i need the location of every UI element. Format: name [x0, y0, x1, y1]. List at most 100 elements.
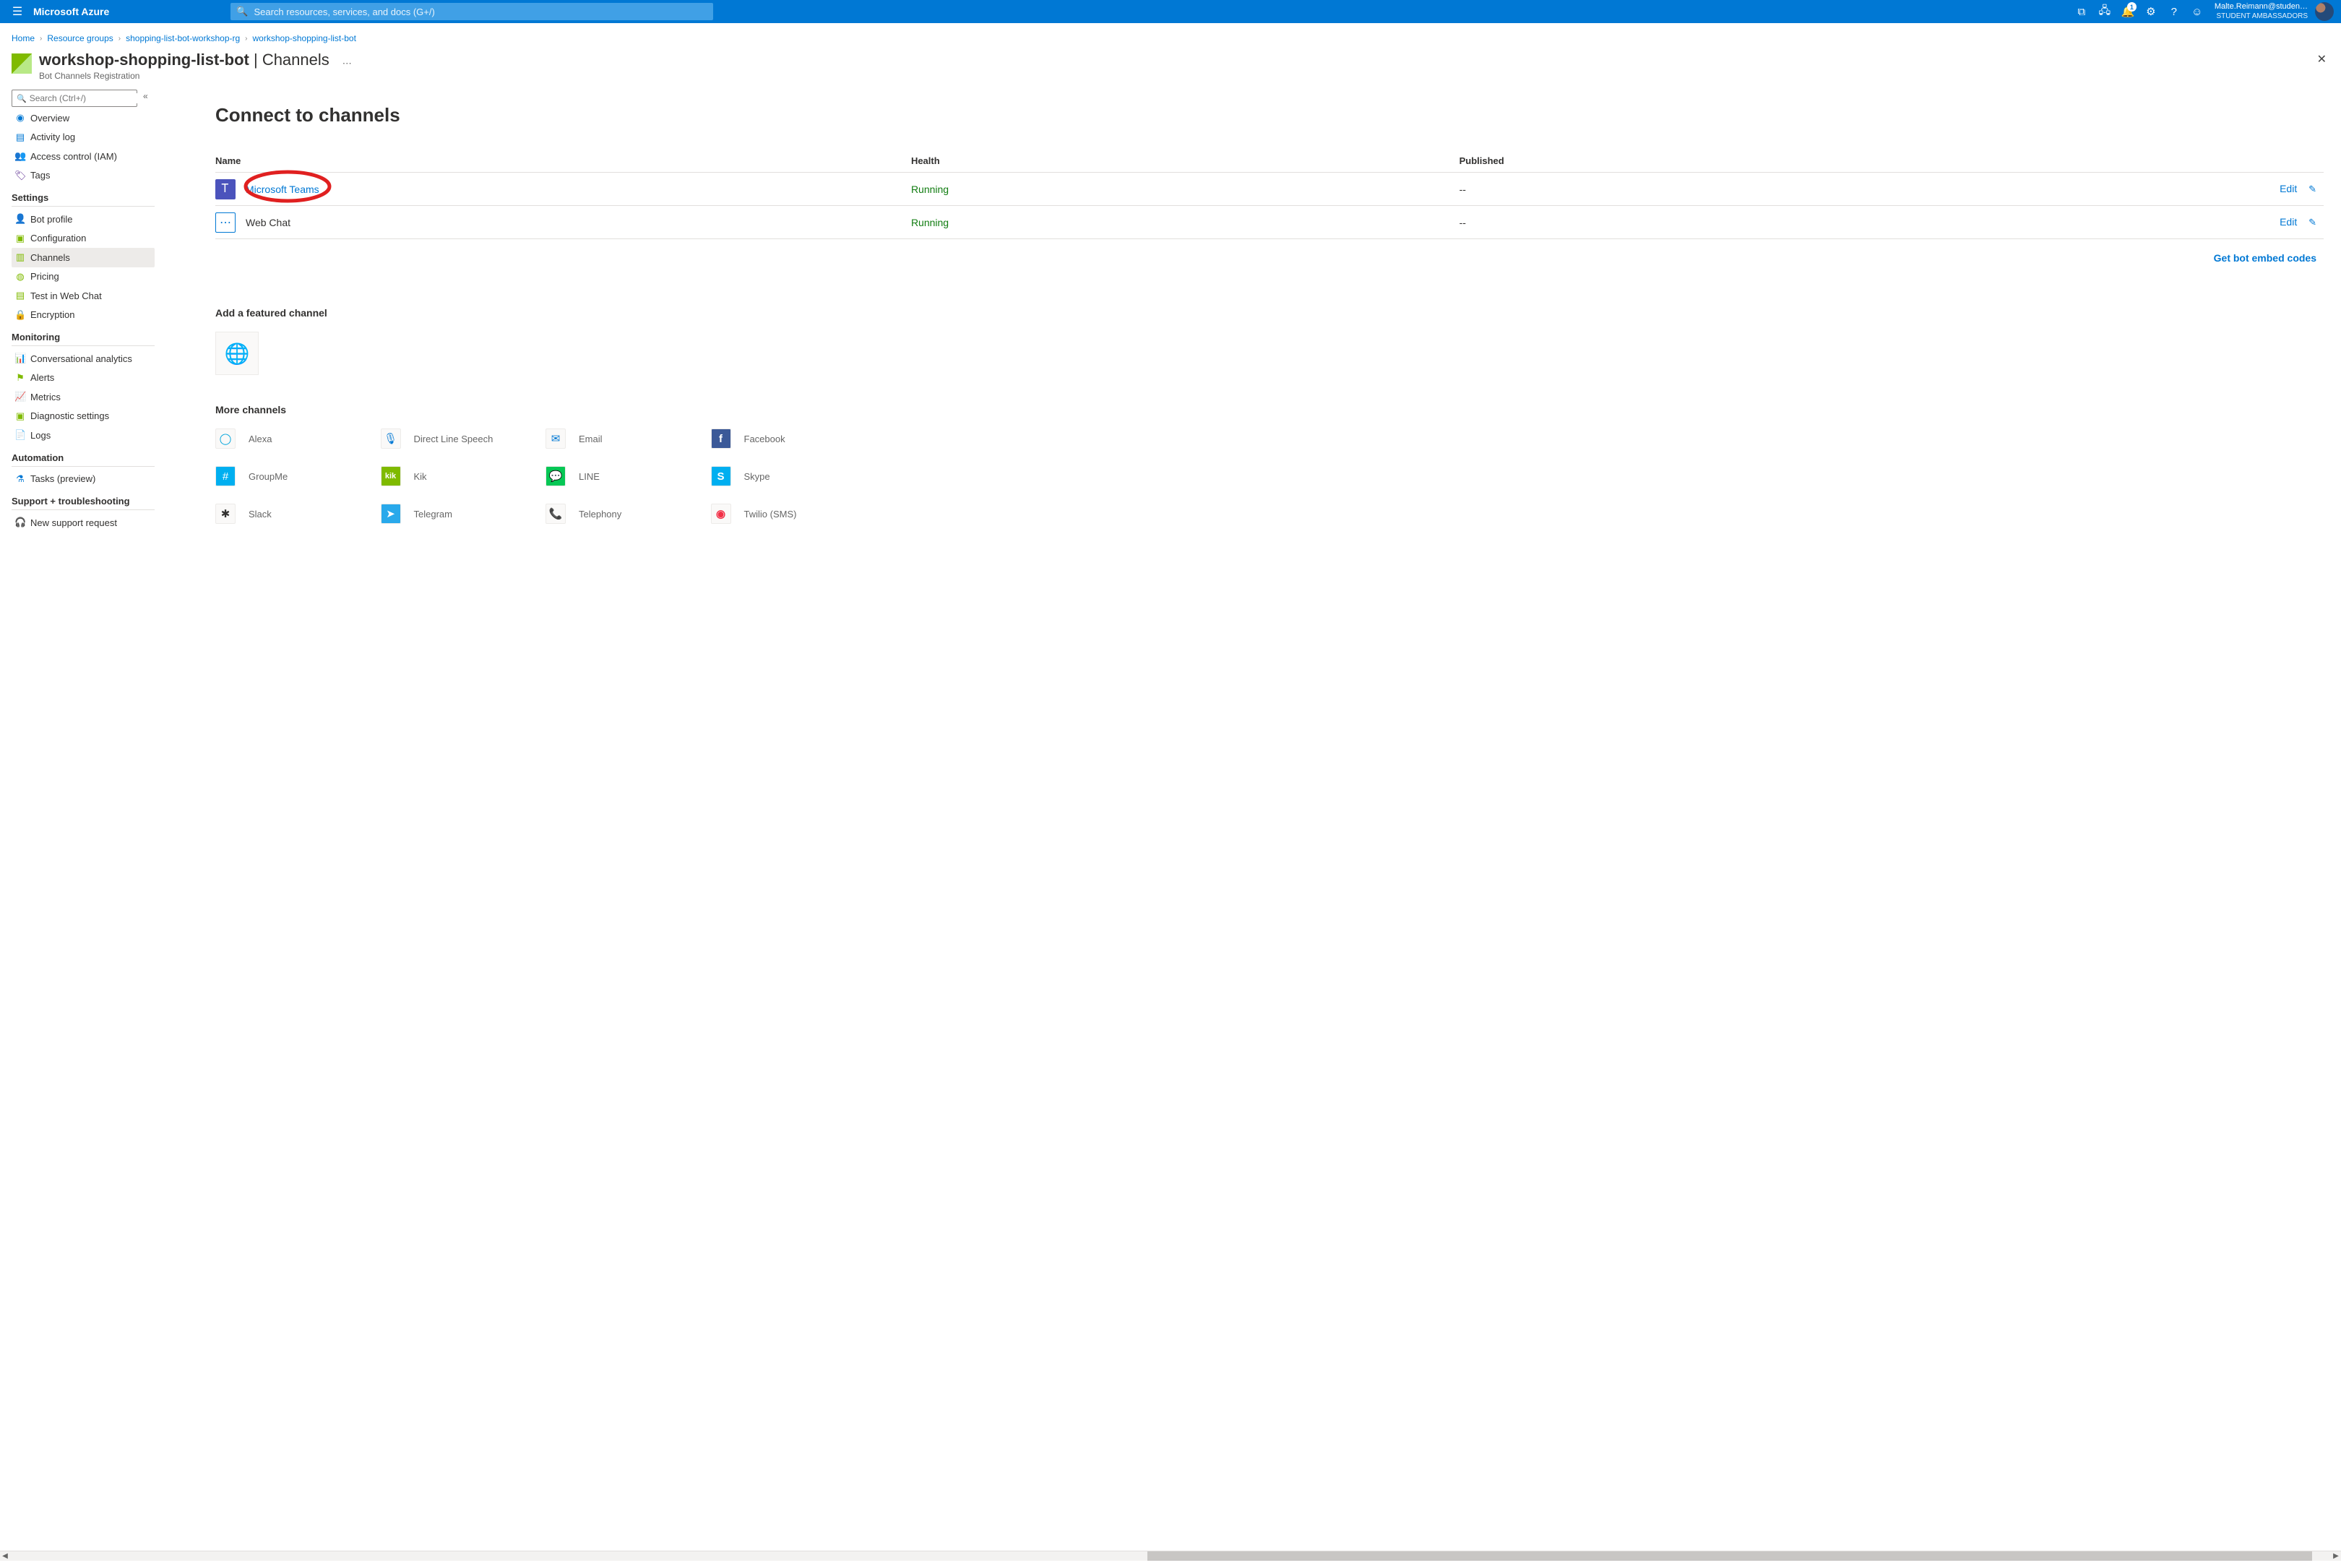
global-search[interactable]: 🔍	[230, 3, 713, 20]
add-featured-channel-tile[interactable]: 🌐	[215, 332, 259, 375]
collapse-sidebar-icon[interactable]: «	[143, 91, 156, 101]
chevron-right-icon: ›	[245, 35, 247, 43]
teams-icon: Ꭲ	[215, 179, 236, 199]
more-channel-email[interactable]: ✉ Email	[546, 428, 701, 449]
logs-icon: 📄	[14, 429, 26, 441]
line-icon: 💬	[546, 466, 566, 486]
sidebar-item-overview[interactable]: ◉ Overview	[12, 108, 155, 128]
cloud-shell-icon[interactable]: ⧉	[2070, 0, 2093, 23]
sidebar-item-encryption[interactable]: 🔒 Encryption	[12, 306, 155, 325]
breadcrumb-resource[interactable]: workshop-shopping-list-bot	[253, 33, 356, 43]
edit-channel-webchat[interactable]: Edit	[2280, 216, 2297, 228]
sidebar-item-metrics[interactable]: 📈 Metrics	[12, 387, 155, 407]
close-blade-button[interactable]: ✕	[2317, 52, 2327, 66]
page-header: workshop-shopping-list-bot | Channels Bo…	[0, 48, 2341, 87]
notification-badge: 1	[2127, 2, 2137, 12]
main-heading: Connect to channels	[215, 104, 2324, 126]
more-actions-icon[interactable]: ⋯	[342, 58, 352, 69]
sidebar-section-automation: Automation	[12, 452, 155, 467]
feedback-icon[interactable]: ☺	[2186, 0, 2209, 23]
tenant-name: STUDENT AMBASSADORS	[2215, 12, 2308, 21]
scroll-thumb[interactable]	[1147, 1551, 2312, 1561]
notifications-icon[interactable]: 🔔1	[2116, 0, 2139, 23]
sidebar-item-logs[interactable]: 📄 Logs	[12, 426, 155, 445]
search-icon: 🔍	[17, 94, 27, 103]
sidebar-item-tags[interactable]: 🏷 Tags	[12, 166, 155, 186]
sidebar-item-activity-log[interactable]: ▤ Activity log	[12, 128, 155, 147]
diagnostic-icon: ▣	[14, 410, 26, 422]
pencil-icon[interactable]: ✎	[2308, 217, 2316, 228]
sidebar-item-conversational-analytics[interactable]: 📊 Conversational analytics	[12, 349, 155, 369]
resource-icon	[12, 53, 32, 74]
get-bot-embed-codes-link[interactable]: Get bot embed codes	[2214, 252, 2316, 264]
more-channel-twilio[interactable]: ◉ Twilio (SMS)	[711, 504, 866, 524]
column-name: Name	[215, 155, 911, 173]
scroll-left-icon[interactable]: ◀	[0, 1552, 10, 1560]
more-channel-kik[interactable]: kik Kik	[381, 466, 536, 486]
support-icon: 🎧	[14, 517, 26, 528]
settings-icon[interactable]: ⚙	[2139, 0, 2163, 23]
pencil-icon[interactable]: ✎	[2308, 184, 2316, 194]
breadcrumb-home[interactable]: Home	[12, 33, 35, 43]
global-search-input[interactable]	[254, 7, 707, 17]
sidebar-section-support: Support + troubleshooting	[12, 496, 155, 510]
groupme-icon: #	[215, 466, 236, 486]
horizontal-scrollbar[interactable]: ◀ ▶	[0, 1551, 2341, 1561]
edit-channel-teams[interactable]: Edit	[2280, 183, 2297, 194]
more-channel-slack[interactable]: ✱ Slack	[215, 504, 371, 524]
more-channels-heading: More channels	[215, 404, 2324, 415]
sidebar-search-input[interactable]	[30, 93, 142, 103]
resource-type-subtitle: Bot Channels Registration	[39, 71, 329, 81]
help-icon[interactable]: ?	[2163, 0, 2186, 23]
more-channel-facebook[interactable]: f Facebook	[711, 428, 866, 449]
email-icon: ✉	[546, 428, 566, 449]
more-channel-telephony[interactable]: 📞 Telephony	[546, 504, 701, 524]
more-channel-skype[interactable]: S Skype	[711, 466, 866, 486]
slack-icon: ✱	[215, 504, 236, 524]
published-webchat: --	[1460, 206, 2237, 239]
sidebar-item-test-web-chat[interactable]: ▤ Test in Web Chat	[12, 286, 155, 306]
sidebar-item-diagnostic-settings[interactable]: ▣ Diagnostic settings	[12, 407, 155, 426]
telegram-icon: ➤	[381, 504, 401, 524]
more-channel-alexa[interactable]: ◯ Alexa	[215, 428, 371, 449]
sidebar-item-bot-profile[interactable]: 👤 Bot profile	[12, 210, 155, 229]
bot-profile-icon: 👤	[14, 213, 26, 225]
scroll-right-icon[interactable]: ▶	[2331, 1552, 2341, 1560]
lock-icon: 🔒	[14, 309, 26, 321]
directory-filter-icon[interactable]: 🖧	[2093, 0, 2116, 23]
column-published: Published	[1460, 155, 2237, 173]
channel-name-webchat: Web Chat	[246, 217, 290, 228]
sidebar-item-new-support-request[interactable]: 🎧 New support request	[12, 513, 155, 533]
skype-icon: S	[711, 466, 731, 486]
table-row-webchat: ⋯ Web Chat Running -- Edit ✎	[215, 206, 2324, 239]
more-channel-line[interactable]: 💬 LINE	[546, 466, 701, 486]
twilio-icon: ◉	[711, 504, 731, 524]
sidebar-item-configuration[interactable]: ▣ Configuration	[12, 229, 155, 249]
sidebar-search[interactable]: 🔍	[12, 90, 137, 107]
breadcrumb-rg-name[interactable]: shopping-list-bot-workshop-rg	[126, 33, 240, 43]
sidebar-item-iam[interactable]: 👥 Access control (IAM)	[12, 147, 155, 166]
alexa-icon: ◯	[215, 428, 236, 449]
hamburger-menu-icon[interactable]: ☰	[3, 4, 32, 19]
more-channel-groupme[interactable]: # GroupMe	[215, 466, 371, 486]
channels-table: Name Health Published Ꭲ Microsoft Teams …	[215, 155, 2324, 239]
webchat-icon: ⋯	[215, 212, 236, 233]
more-channel-direct-line-speech[interactable]: 🎙 Direct Line Speech	[381, 428, 536, 449]
pricing-icon: ◍	[14, 271, 26, 283]
kik-icon: kik	[381, 466, 401, 486]
more-channel-telegram[interactable]: ➤ Telegram	[381, 504, 536, 524]
channel-link-teams[interactable]: Microsoft Teams	[246, 184, 319, 195]
sidebar-item-pricing[interactable]: ◍ Pricing	[12, 267, 155, 287]
sidebar-item-channels[interactable]: ▥ Channels	[12, 248, 155, 267]
resource-sidebar: 🔍 « ◉ Overview ▤ Activity log 👥 Access c…	[0, 87, 159, 1568]
page-title: workshop-shopping-list-bot | Channels	[39, 51, 329, 69]
configuration-icon: ▣	[14, 233, 26, 244]
sidebar-item-tasks[interactable]: ⚗ Tasks (preview)	[12, 470, 155, 489]
account-menu[interactable]: Malte.Reimann@studen… STUDENT AMBASSADOR…	[2209, 2, 2312, 20]
brand-name[interactable]: Microsoft Azure	[32, 6, 131, 17]
speech-icon: 🎙	[381, 428, 401, 449]
breadcrumb-resource-groups[interactable]: Resource groups	[47, 33, 113, 43]
avatar[interactable]	[2315, 2, 2334, 21]
sidebar-item-alerts[interactable]: ⚑ Alerts	[12, 369, 155, 388]
overview-icon: ◉	[14, 112, 26, 124]
